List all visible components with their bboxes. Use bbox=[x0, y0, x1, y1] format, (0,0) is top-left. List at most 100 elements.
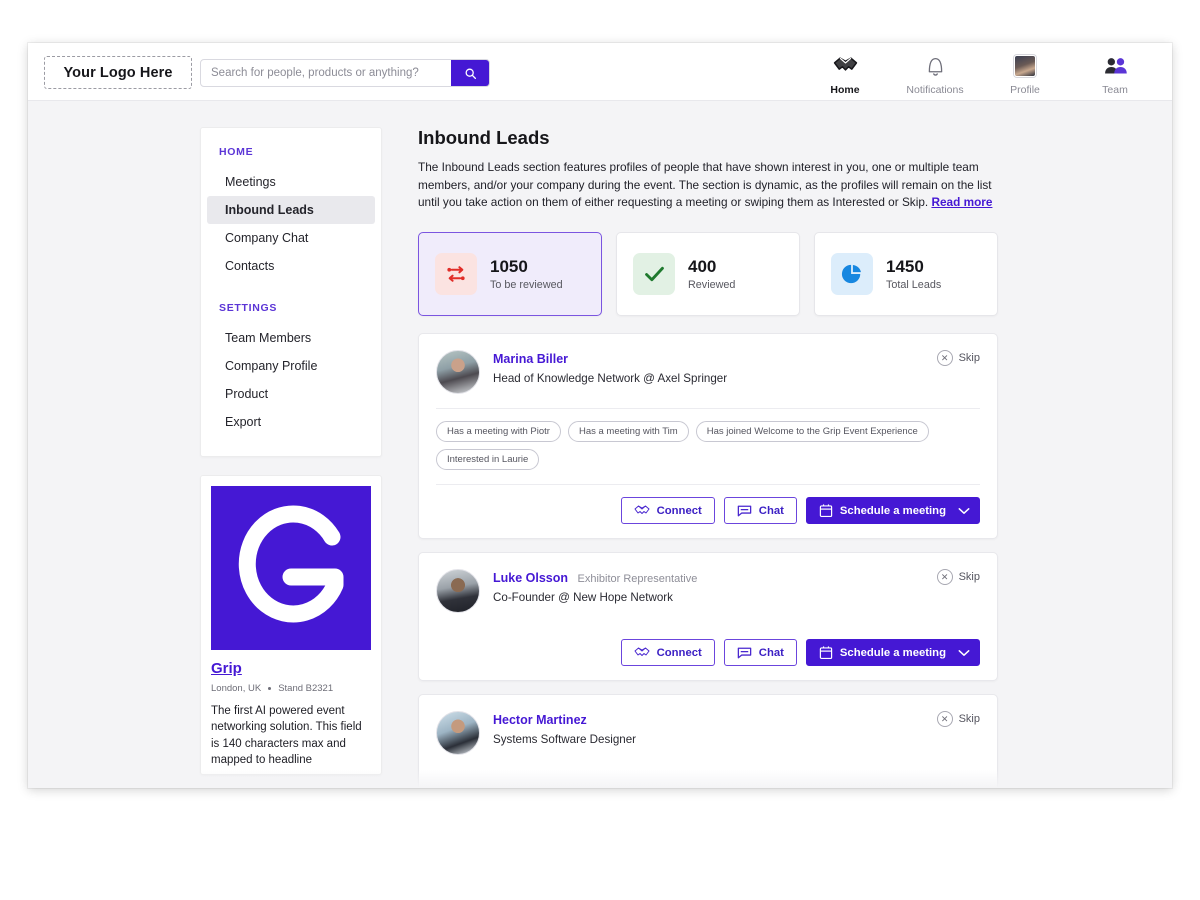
stats-row: 1050 To be reviewed 400 Reviewed bbox=[418, 232, 998, 316]
lead-action-row: Connect Chat Schedul bbox=[436, 497, 980, 524]
chevron-down-icon[interactable] bbox=[958, 649, 970, 657]
lead-header: Hector Martinez Systems Software Designe… bbox=[436, 711, 980, 755]
stat-card-total-leads[interactable]: 1450 Total Leads bbox=[814, 232, 998, 316]
sidebar-section-title-settings: SETTINGS bbox=[201, 302, 381, 314]
sidebar-item-meetings[interactable]: Meetings bbox=[207, 168, 375, 196]
lead-card: ✕ Skip Hector Martinez Systems Software … bbox=[418, 694, 998, 788]
sidebar-item-product[interactable]: Product bbox=[207, 380, 375, 408]
sidebar-item-team-members[interactable]: Team Members bbox=[207, 324, 375, 352]
lead-tag: Has joined Welcome to the Grip Event Exp… bbox=[696, 421, 929, 442]
nav-label-notifications: Notifications bbox=[906, 84, 963, 96]
lead-role: Head of Knowledge Network @ Axel Springe… bbox=[493, 372, 727, 385]
connect-label: Connect bbox=[657, 505, 702, 517]
chat-bubble-icon bbox=[737, 646, 752, 660]
lead-name[interactable]: Hector Martinez bbox=[493, 713, 587, 727]
handshake-icon bbox=[634, 646, 650, 660]
nav-label-team: Team bbox=[1102, 84, 1128, 96]
chat-button[interactable]: Chat bbox=[724, 639, 797, 666]
search-icon bbox=[464, 67, 477, 80]
nav-label-home: Home bbox=[830, 84, 859, 96]
stat-value: 400 bbox=[688, 257, 735, 277]
lead-name-row: Luke Olsson Exhibitor Representative bbox=[493, 569, 697, 587]
check-icon bbox=[633, 253, 675, 295]
avatar bbox=[436, 569, 480, 613]
bell-icon bbox=[925, 53, 946, 79]
search-input[interactable] bbox=[201, 60, 451, 86]
stat-label: Total Leads bbox=[886, 279, 941, 291]
lead-name[interactable]: Luke Olsson bbox=[493, 571, 568, 585]
skip-button[interactable]: ✕ Skip bbox=[937, 350, 980, 366]
chevron-down-icon[interactable] bbox=[958, 507, 970, 515]
stat-card-to-be-reviewed[interactable]: 1050 To be reviewed bbox=[418, 232, 602, 316]
lead-name-row: Hector Martinez bbox=[493, 711, 636, 729]
company-name-link[interactable]: Grip bbox=[211, 660, 242, 677]
schedule-meeting-button[interactable]: Schedule a meeting bbox=[806, 639, 980, 666]
chat-label: Chat bbox=[759, 505, 784, 517]
logo-placeholder[interactable]: Your Logo Here bbox=[44, 56, 192, 89]
connect-label: Connect bbox=[657, 647, 702, 659]
lead-tag: Interested in Laurie bbox=[436, 449, 539, 470]
nav-item-profile[interactable]: Profile bbox=[980, 49, 1070, 96]
skip-button[interactable]: ✕ Skip bbox=[937, 569, 980, 585]
sidebar-item-company-chat[interactable]: Company Chat bbox=[207, 224, 375, 252]
search-button[interactable] bbox=[451, 60, 489, 86]
company-stand: Stand B2321 bbox=[278, 683, 333, 694]
stat-label: Reviewed bbox=[688, 279, 735, 291]
letter-g-logo-icon bbox=[234, 503, 349, 633]
lead-action-row: Connect Chat Schedul bbox=[436, 639, 980, 666]
stat-label: To be reviewed bbox=[490, 279, 563, 291]
schedule-meeting-label: Schedule a meeting bbox=[840, 647, 946, 659]
skip-label: Skip bbox=[959, 571, 980, 583]
lead-tagline: Exhibitor Representative bbox=[577, 573, 697, 585]
divider bbox=[436, 484, 980, 485]
skip-label: Skip bbox=[959, 713, 980, 725]
chat-button[interactable]: Chat bbox=[724, 497, 797, 524]
handshake-icon bbox=[833, 53, 858, 79]
calendar-icon bbox=[819, 645, 833, 660]
page-description: The Inbound Leads section features profi… bbox=[418, 159, 998, 212]
page-content: HOME Meetings Inbound Leads Company Chat… bbox=[28, 101, 1172, 788]
handshake-icon bbox=[634, 504, 650, 518]
company-meta: London, UK Stand B2321 bbox=[211, 683, 371, 694]
schedule-meeting-button[interactable]: Schedule a meeting bbox=[806, 497, 980, 524]
sidebar-item-inbound-leads[interactable]: Inbound Leads bbox=[207, 196, 375, 224]
main-column: Inbound Leads The Inbound Leads section … bbox=[418, 127, 998, 788]
read-more-link[interactable]: Read more bbox=[931, 195, 992, 209]
lead-tag: Has a meeting with Tim bbox=[568, 421, 689, 442]
sidebar-navigation: HOME Meetings Inbound Leads Company Chat… bbox=[200, 127, 382, 457]
company-logo bbox=[211, 486, 371, 650]
close-icon: ✕ bbox=[937, 350, 953, 366]
lead-tag: Has a meeting with Piotr bbox=[436, 421, 561, 442]
nav-item-team[interactable]: Team bbox=[1070, 49, 1160, 96]
chat-label: Chat bbox=[759, 647, 784, 659]
chat-bubble-icon bbox=[737, 504, 752, 518]
logo-text: Your Logo Here bbox=[63, 65, 172, 81]
stat-value: 1450 bbox=[886, 257, 941, 277]
close-icon: ✕ bbox=[937, 711, 953, 727]
people-group-icon bbox=[1103, 53, 1128, 79]
sidebar-section-title-home: HOME bbox=[201, 146, 381, 158]
nav-item-notifications[interactable]: Notifications bbox=[890, 49, 980, 96]
connect-button[interactable]: Connect bbox=[621, 639, 715, 666]
spacer bbox=[436, 613, 980, 639]
sidebar-item-export[interactable]: Export bbox=[207, 408, 375, 436]
stat-card-reviewed[interactable]: 400 Reviewed bbox=[616, 232, 800, 316]
nav-label-profile: Profile bbox=[1010, 84, 1040, 96]
lead-header: Luke Olsson Exhibitor Representative Co-… bbox=[436, 569, 980, 613]
calendar-icon bbox=[819, 503, 833, 518]
connect-button[interactable]: Connect bbox=[621, 497, 715, 524]
sidebar-item-company-profile[interactable]: Company Profile bbox=[207, 352, 375, 380]
company-card: Grip London, UK Stand B2321 The first AI… bbox=[200, 475, 382, 775]
nav-item-home[interactable]: Home bbox=[800, 49, 890, 96]
search-bar bbox=[200, 59, 490, 87]
page-title: Inbound Leads bbox=[418, 127, 998, 149]
lead-role: Systems Software Designer bbox=[493, 733, 636, 746]
lead-name[interactable]: Marina Biller bbox=[493, 352, 568, 366]
lead-header: Marina Biller Head of Knowledge Network … bbox=[436, 350, 980, 394]
app-window: Your Logo Here Home bbox=[28, 43, 1172, 788]
sidebar-item-contacts[interactable]: Contacts bbox=[207, 252, 375, 280]
left-column: HOME Meetings Inbound Leads Company Chat… bbox=[200, 127, 382, 775]
skip-button[interactable]: ✕ Skip bbox=[937, 711, 980, 727]
close-icon: ✕ bbox=[937, 569, 953, 585]
skip-label: Skip bbox=[959, 352, 980, 364]
